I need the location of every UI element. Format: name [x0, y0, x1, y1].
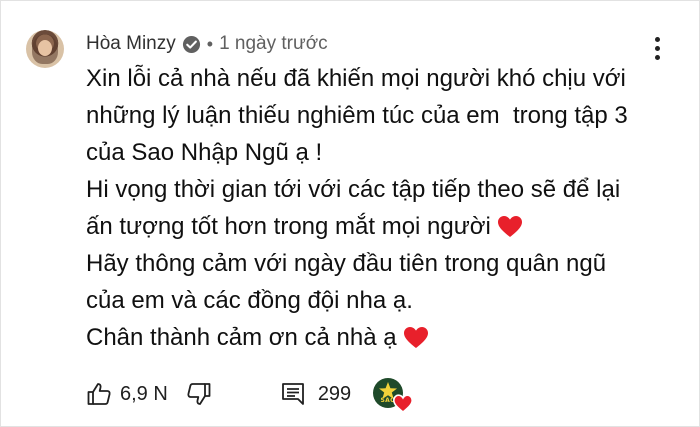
- comment-line: những lý luận thiếu nghiêm túc của em tr…: [86, 102, 628, 129]
- comment-line: Chân thành cảm ơn cả nhà ạ: [86, 319, 686, 356]
- like-count: 6,9 N: [120, 382, 168, 405]
- comment-line: Hãy thông cảm với ngày đầu tiên trong qu…: [86, 250, 607, 277]
- meta-separator: •: [206, 33, 214, 54]
- comment-line: Hi vọng thời gian tới với các tập tiếp t…: [86, 176, 621, 203]
- comment-line: của em và các đồng đội nha ạ.: [86, 287, 413, 314]
- comment-actions: 6,9 N 299: [86, 376, 351, 412]
- creator-heart-badge: SAO: [373, 378, 413, 413]
- author-avatar[interactable]: [26, 30, 64, 68]
- comment-line: Xin lỗi cả nhà nếu đã khiến mọi người kh…: [86, 65, 626, 92]
- heart-icon: [393, 394, 413, 413]
- like-button[interactable]: 6,9 N: [86, 381, 168, 407]
- verified-check-icon: [182, 35, 200, 53]
- comment-text: Xin lỗi cả nhà nếu đã khiến mọi người kh…: [86, 60, 686, 356]
- thumb-up-icon: [87, 383, 111, 405]
- comment-line: của Sao Nhập Ngũ ạ !: [86, 139, 323, 166]
- reply-count: 299: [317, 382, 352, 405]
- comment-header: Hòa Minzy • 1 ngày trước: [86, 32, 328, 56]
- dislike-button[interactable]: [186, 381, 212, 407]
- comment-icon: [281, 383, 304, 405]
- heart-icon: [403, 326, 428, 348]
- more-vert-icon[interactable]: [645, 34, 669, 62]
- replies-button[interactable]: 299: [280, 381, 351, 407]
- author-name[interactable]: Hòa Minzy: [86, 33, 176, 55]
- heart-icon: [497, 215, 522, 237]
- comment-timestamp[interactable]: 1 ngày trước: [219, 33, 328, 55]
- comment-line: ấn tượng tốt hơn trong mắt mọi người: [86, 208, 686, 245]
- thumb-down-icon: [187, 383, 211, 405]
